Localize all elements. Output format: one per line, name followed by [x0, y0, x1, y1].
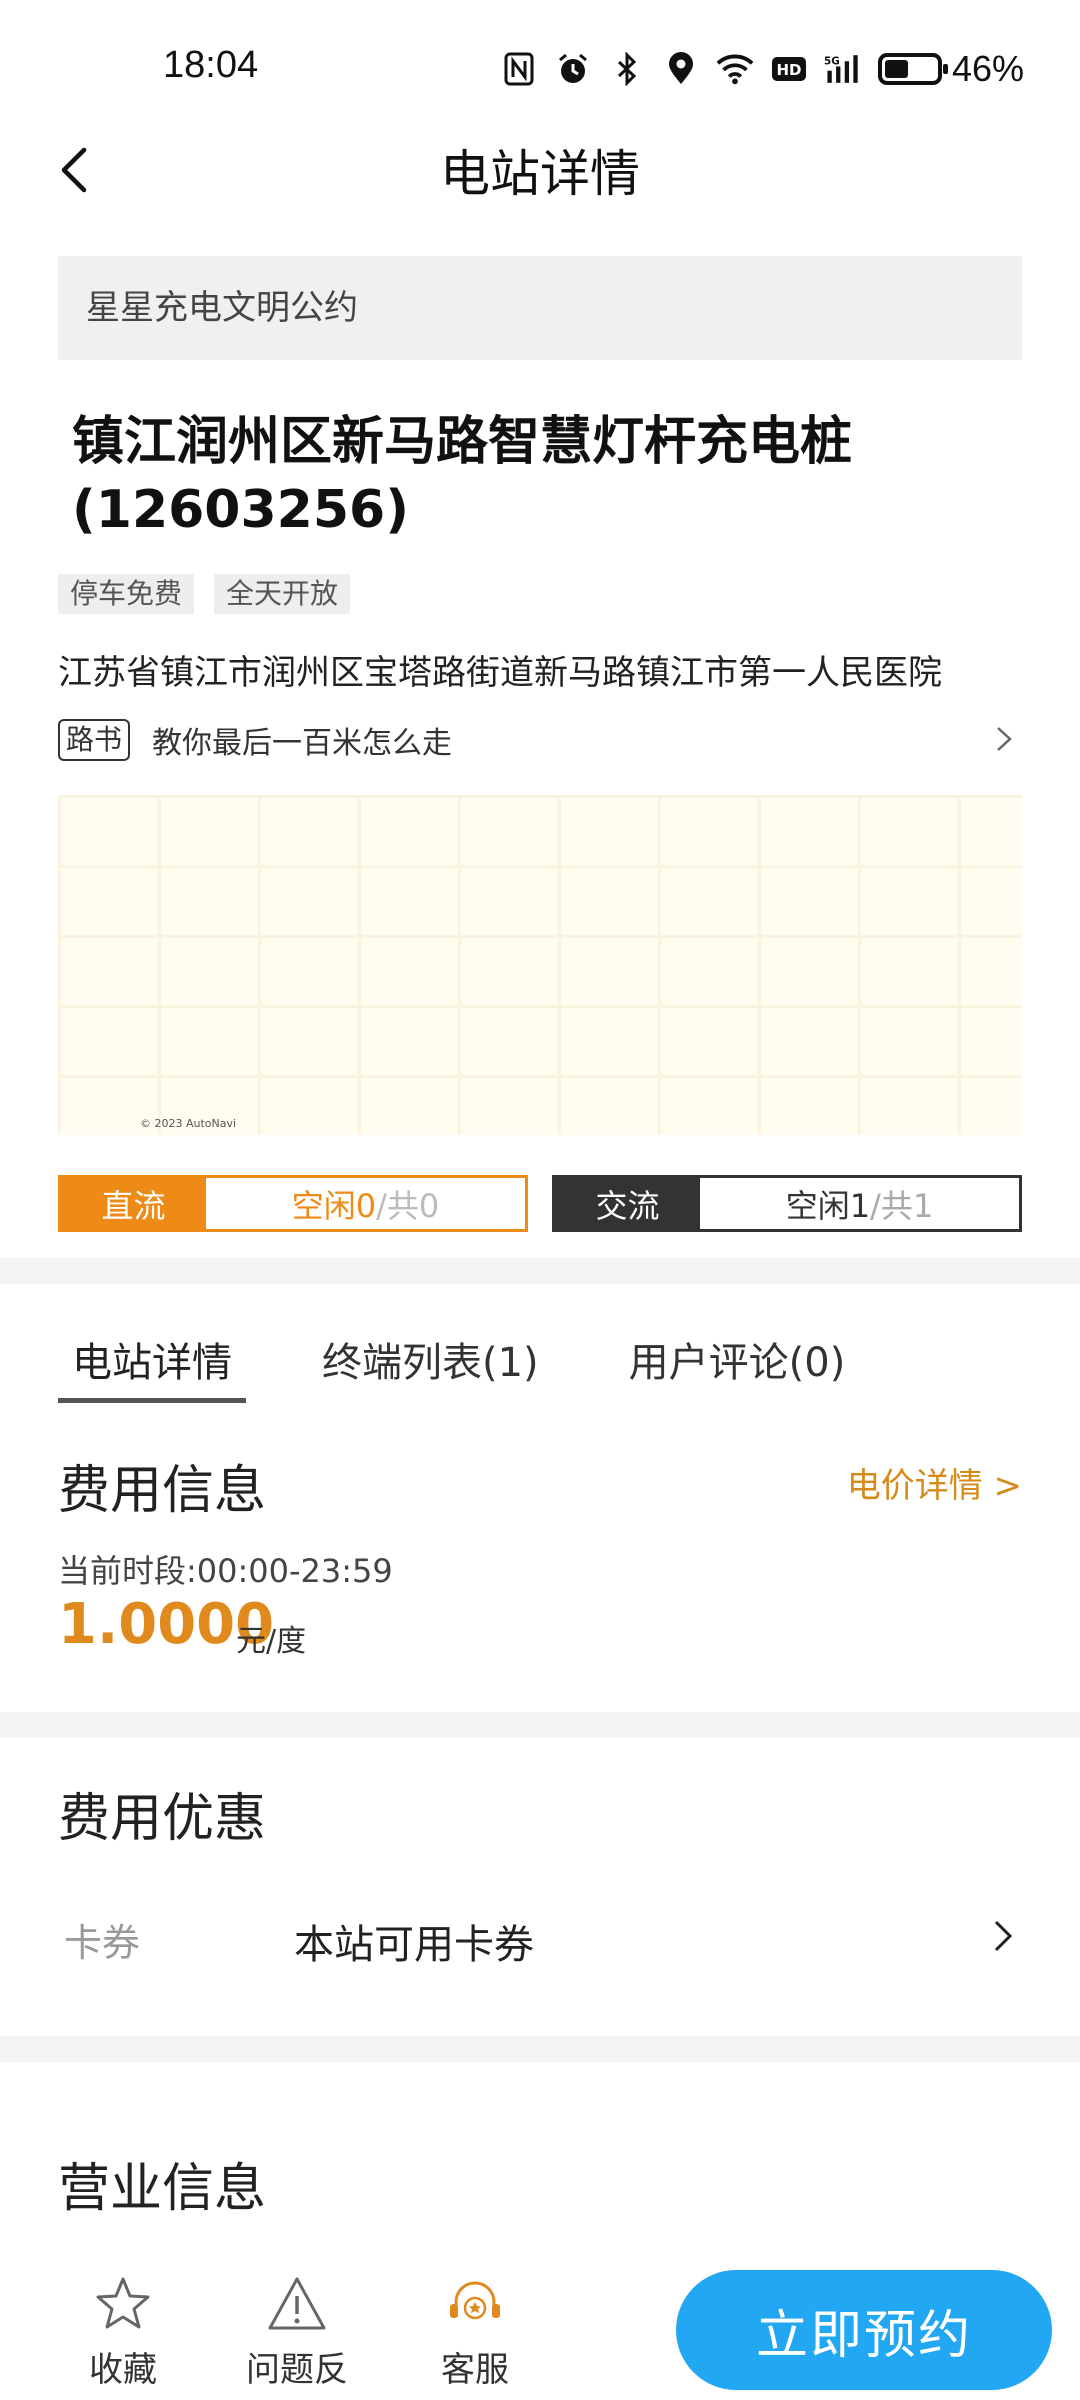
battery-icon — [878, 53, 948, 85]
dc-total: /共0 — [376, 1186, 440, 1225]
roadbook-badge: 路书 — [58, 719, 131, 761]
feedback-button[interactable]: 问题反馈 — [232, 2272, 362, 2400]
price-details-link[interactable]: 电价详情 > — [847, 1458, 1022, 1507]
roadbook-text: 教你最后一百米怎么走 — [152, 726, 453, 761]
map-tiles — [58, 795, 1022, 1135]
chevron-right-icon — [992, 724, 1016, 758]
station-tags: 停车免费 全天开放 — [58, 574, 351, 614]
station-id: (12603256) — [72, 480, 409, 540]
tab-station-details[interactable]: 电站详情 — [58, 1330, 246, 1403]
bottom-action-bar: 收藏 问题反馈 客服 立即预约 — [0, 2250, 1080, 2400]
station-address: 江苏省镇江市润州区宝塔路街道新马路镇江市第一人民医院 — [58, 653, 942, 693]
tab-terminal-list[interactable]: 终端列表(1) — [308, 1330, 553, 1400]
civility-notice-banner[interactable]: 星星充电文明公约 — [58, 256, 1022, 360]
page-title: 电站详情 — [440, 145, 640, 203]
chevron-right-icon[interactable] — [988, 1916, 1018, 1960]
business-section-title: 营业信息 — [58, 2159, 267, 2219]
ac-free: 空闲1 — [785, 1186, 871, 1225]
dc-availability: 直流 空闲0/共0 — [58, 1175, 528, 1232]
reserve-now-button[interactable]: 立即预约 — [676, 2270, 1052, 2390]
current-period: 当前时段:00:00-23:59 — [58, 1552, 393, 1590]
bluetooth-icon — [608, 49, 646, 89]
price-unit: 元/度 — [236, 1624, 307, 1659]
fee-section-title: 费用信息 — [58, 1461, 267, 1521]
status-icons: HD 5G 46% — [500, 44, 1024, 94]
available-coupons-link[interactable]: 本站可用卡券 — [294, 1912, 534, 1970]
favorite-button[interactable]: 收藏 — [58, 2272, 188, 2391]
tag-free-parking: 停车免费 — [58, 574, 195, 614]
nfc-icon — [500, 49, 538, 89]
section-divider — [0, 1258, 1080, 1284]
battery: 46% — [878, 48, 1024, 90]
headset-icon — [410, 2272, 540, 2336]
section-divider — [0, 1712, 1080, 1738]
tag-open-all-day: 全天开放 — [214, 574, 351, 614]
discount-section-title: 费用优惠 — [58, 1789, 267, 1849]
map-copyright: © 2023 AutoNavi — [140, 1117, 237, 1130]
ac-label: 交流 — [555, 1178, 700, 1229]
station-name: 镇江润州区新马路智慧灯杆充电桩 (12603256) — [72, 408, 972, 544]
svg-text:HD: HD — [776, 61, 801, 79]
status-bar: 18:04 HD 5G 46% — [0, 0, 1080, 130]
dc-free: 空闲0 — [291, 1186, 377, 1225]
customer-service-button[interactable]: 客服 — [410, 2272, 540, 2391]
nav-header: 电站详情 — [0, 120, 1080, 220]
wifi-icon — [716, 49, 754, 89]
roadbook-link[interactable]: 路书 教你最后一百米怎么走 — [58, 718, 1022, 762]
warning-icon — [232, 2272, 362, 2336]
station-map[interactable]: © 2023 AutoNavi — [58, 795, 1022, 1135]
feedback-label: 问题反馈 — [246, 2350, 348, 2400]
battery-percent: 46% — [952, 48, 1025, 89]
status-time: 18:04 — [163, 44, 259, 86]
section-divider — [0, 2036, 1080, 2062]
hd-icon: HD — [770, 49, 808, 89]
dc-count: 空闲0/共0 — [206, 1178, 525, 1229]
svg-text:5G: 5G — [824, 56, 840, 68]
ac-count: 空闲1/共1 — [700, 1178, 1019, 1229]
alarm-icon — [554, 49, 592, 89]
location-icon — [662, 49, 700, 89]
detail-tabs: 电站详情 终端列表(1) 用户评论(0) — [58, 1330, 921, 1403]
ac-availability: 交流 空闲1/共1 — [552, 1175, 1022, 1232]
tab-user-reviews[interactable]: 用户评论(0) — [615, 1330, 860, 1400]
signal-5g-icon: 5G — [824, 49, 862, 89]
dc-label: 直流 — [61, 1178, 206, 1229]
star-icon — [58, 2272, 188, 2336]
coupon-label: 卡券 — [64, 1921, 141, 1965]
ac-total: /共1 — [870, 1186, 934, 1225]
favorite-label: 收藏 — [89, 2350, 157, 2390]
customer-service-label: 客服 — [441, 2350, 509, 2390]
station-name-line1: 镇江润州区新马路智慧灯杆充电桩 — [72, 412, 853, 472]
